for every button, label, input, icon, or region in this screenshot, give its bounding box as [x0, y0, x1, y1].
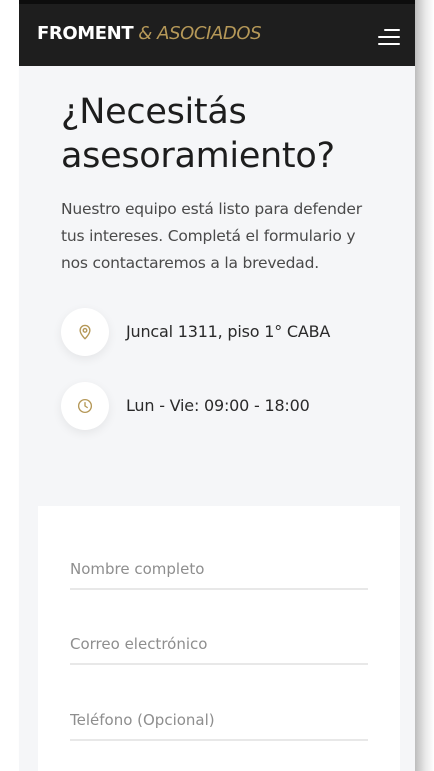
contact-form	[38, 506, 400, 771]
location-pin-icon	[61, 308, 109, 356]
clock-icon	[61, 382, 109, 430]
mobile-page: FROMENT & ASOCIADOS ¿Necesitás asesoramie…	[19, 0, 415, 771]
page-title: ¿Necesitás asesoramiento?	[61, 92, 335, 176]
name-field[interactable]	[70, 550, 368, 590]
logo-tagline: & ASOCIADOS	[138, 23, 262, 44]
office-hours-text: Lun - Vie: 09:00 - 18:00	[126, 396, 310, 415]
hamburger-menu-icon[interactable]	[374, 26, 400, 48]
email-field[interactable]	[70, 625, 368, 665]
site-logo[interactable]: FROMENT & ASOCIADOS	[37, 22, 262, 46]
page-edge-shadow	[415, 0, 434, 771]
logo-wordmark: FROMENT	[37, 23, 134, 44]
address-text: Juncal 1311, piso 1° CABA	[126, 322, 331, 341]
site-header: FROMENT & ASOCIADOS	[19, 0, 415, 66]
phone-field[interactable]	[70, 701, 368, 741]
intro-paragraph: Nuestro equipo está listo para defender …	[61, 200, 362, 272]
